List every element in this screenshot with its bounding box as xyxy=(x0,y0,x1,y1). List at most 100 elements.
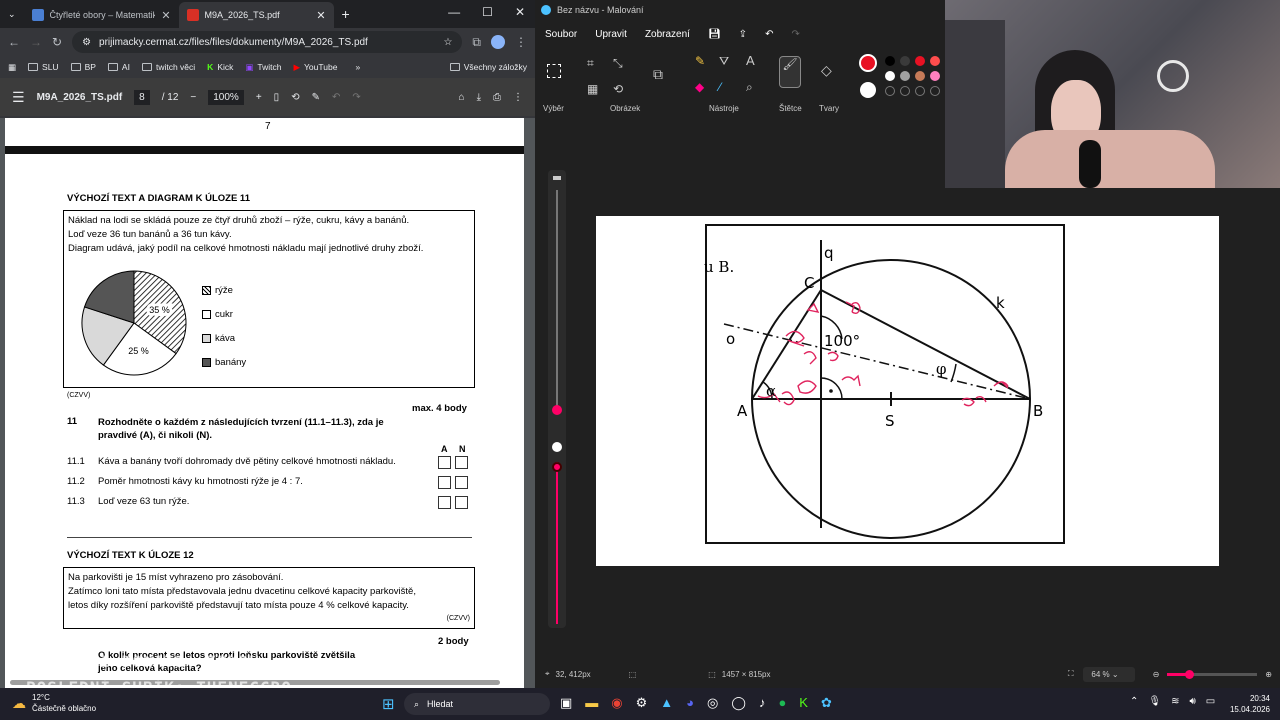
zoom-in-icon[interactable]: ⊕ xyxy=(1265,670,1272,679)
resize-icon[interactable]: ⤡ xyxy=(613,56,623,71)
tab-matematika[interactable]: Čtyřleté obory – Matematika | J… ✕ xyxy=(24,2,179,28)
pencil-icon[interactable]: ✎ xyxy=(695,54,705,68)
annotate-icon[interactable]: ✎ xyxy=(312,92,320,103)
redo-icon[interactable]: ↷ xyxy=(352,92,360,103)
search-box[interactable]: ⌕ Hledat xyxy=(404,693,550,715)
checkbox-a[interactable] xyxy=(438,496,451,509)
size-thumb[interactable] xyxy=(552,405,562,415)
color-swatch[interactable] xyxy=(885,56,895,66)
brush-size-slider[interactable] xyxy=(548,170,566,628)
color-swatch[interactable] xyxy=(915,56,925,66)
page-number-input[interactable]: 8 xyxy=(134,89,150,105)
fit-page-icon[interactable]: ▯ xyxy=(274,92,280,103)
opacity-thumb[interactable] xyxy=(552,462,562,472)
spotify-icon[interactable]: ● xyxy=(778,695,786,711)
mic-icon[interactable]: 🎙︎ xyxy=(1148,696,1161,707)
zoom-in-icon[interactable]: + xyxy=(256,92,262,103)
close-tab-icon[interactable]: ✕ xyxy=(316,9,325,22)
color-swatch[interactable] xyxy=(900,56,910,66)
pdf-share-icon[interactable]: ⌂ xyxy=(459,92,465,103)
tab-pdf[interactable]: M9A_2026_TS.pdf ✕ xyxy=(178,2,334,28)
bookmark-kick[interactable]: K Kick xyxy=(207,62,233,72)
text-icon[interactable]: A xyxy=(746,53,755,68)
print-icon[interactable]: ⎙ xyxy=(493,92,501,103)
redo-icon[interactable]: ↷ xyxy=(791,29,799,40)
checkbox-n[interactable] xyxy=(455,476,468,489)
zoom-slider-thumb[interactable] xyxy=(1185,669,1195,679)
close-window-icon[interactable]: ✕ xyxy=(515,5,525,19)
reload-icon[interactable]: ↻ xyxy=(52,35,62,49)
shapes-icon[interactable]: ◇ xyxy=(821,62,832,79)
apps-icon[interactable]: ▦ xyxy=(8,62,16,73)
color-swatch[interactable] xyxy=(915,71,925,81)
empty-swatch[interactable] xyxy=(885,86,895,96)
checkbox-a[interactable] xyxy=(438,456,451,469)
fit-icon[interactable]: ⛶ xyxy=(1068,669,1074,679)
checkbox-n[interactable] xyxy=(455,456,468,469)
bookmark-star-icon[interactable]: ☆ xyxy=(443,37,452,48)
crop-icon[interactable]: ⌗ xyxy=(587,56,594,71)
bookmark-slu[interactable]: SLU xyxy=(28,62,59,72)
share-icon[interactable]: ⇪ xyxy=(739,29,747,40)
primary-color[interactable] xyxy=(859,54,877,72)
fill-icon[interactable]: ⛛ xyxy=(719,54,729,69)
app-icon-1[interactable]: ◎ xyxy=(707,695,718,711)
minimize-icon[interactable]: — xyxy=(448,5,460,19)
clock[interactable]: 20:34 15.04.2026 xyxy=(1226,693,1270,715)
extensions-icon[interactable]: ⧉ xyxy=(472,35,481,50)
back-icon[interactable]: ← xyxy=(8,35,20,49)
menu-upravit[interactable]: Upravit xyxy=(595,29,627,40)
empty-swatch[interactable] xyxy=(900,86,910,96)
profile-avatar[interactable] xyxy=(491,35,505,49)
bookmark-ai[interactable]: AI xyxy=(107,62,130,72)
checkbox-n[interactable] xyxy=(455,496,468,509)
checkbox-a[interactable] xyxy=(438,476,451,489)
file-explorer-icon[interactable]: ▬ xyxy=(585,695,598,711)
undo-icon[interactable]: ↶ xyxy=(332,92,340,103)
zoom-out-icon[interactable]: − xyxy=(190,92,196,103)
zoom-select[interactable]: 64 % ⌄ xyxy=(1083,666,1135,682)
secondary-color[interactable] xyxy=(860,82,876,98)
pdf-menu-icon[interactable]: ☰ xyxy=(12,89,25,106)
obs-icon[interactable]: ◯ xyxy=(731,695,746,711)
task-view-icon[interactable]: ▣ xyxy=(560,695,572,711)
bookmark-twitch-veci[interactable]: twitch věci xyxy=(141,62,195,72)
zoom-input[interactable]: 100% xyxy=(208,89,244,105)
rotate-image-icon[interactable]: ⟲ xyxy=(613,82,623,96)
menu-zobrazeni[interactable]: Zobrazení xyxy=(645,29,690,40)
brush-button[interactable]: 🖌︎ xyxy=(779,56,801,88)
wifi-icon[interactable]: ≋ xyxy=(1171,696,1179,707)
color-picker-icon[interactable]: ⁄ xyxy=(719,80,721,94)
site-info-icon[interactable]: ⚙ xyxy=(82,37,91,48)
music-icon[interactable]: ♪ xyxy=(759,695,766,711)
bookmark-bp[interactable]: BP xyxy=(70,62,96,72)
color-swatch[interactable] xyxy=(930,56,940,66)
pdf-more-icon[interactable]: ⋮ xyxy=(513,92,523,103)
empty-swatch[interactable] xyxy=(915,86,925,96)
more-bookmarks-icon[interactable]: » xyxy=(355,62,360,72)
start-icon[interactable]: ⊞ xyxy=(382,695,395,713)
close-tab-icon[interactable]: ✕ xyxy=(161,9,170,22)
bookmark-youtube[interactable]: ▶ YouTube xyxy=(294,62,338,73)
download-icon[interactable]: ⤓ xyxy=(477,92,481,103)
battery-icon[interactable]: ▭ xyxy=(1206,696,1215,707)
zoom-out-icon[interactable]: ⊖ xyxy=(1153,670,1160,679)
empty-swatch[interactable] xyxy=(930,86,940,96)
settings-icon[interactable]: ⚙ xyxy=(636,695,648,711)
canvas[interactable]: u B. q k o C A B S 100° φ α xyxy=(596,216,1219,566)
bookmark-twitch[interactable]: ▣ Twitch xyxy=(245,62,281,73)
color-swatch[interactable] xyxy=(885,71,895,81)
chrome-icon[interactable]: ◉ xyxy=(611,695,622,711)
forward-icon[interactable]: → xyxy=(30,35,42,49)
volume-icon[interactable]: 🔊︎ xyxy=(1189,696,1195,707)
rotate-icon[interactable]: ⟲ xyxy=(291,92,299,103)
discord-icon[interactable]: ◕ xyxy=(686,695,694,711)
save-icon[interactable]: 💾︎ xyxy=(708,29,721,40)
maximize-icon[interactable]: ☐ xyxy=(482,5,493,19)
color-swatch[interactable] xyxy=(930,71,940,81)
weather-widget[interactable]: ☁ 12°C Částečně oblačno xyxy=(12,692,96,714)
undo-icon[interactable]: ↶ xyxy=(765,29,773,40)
paint-taskbar-icon[interactable]: ✿ xyxy=(821,695,832,711)
menu-icon[interactable]: ⋮ xyxy=(515,35,527,49)
magnifier-icon[interactable]: ⌕ xyxy=(746,80,753,95)
